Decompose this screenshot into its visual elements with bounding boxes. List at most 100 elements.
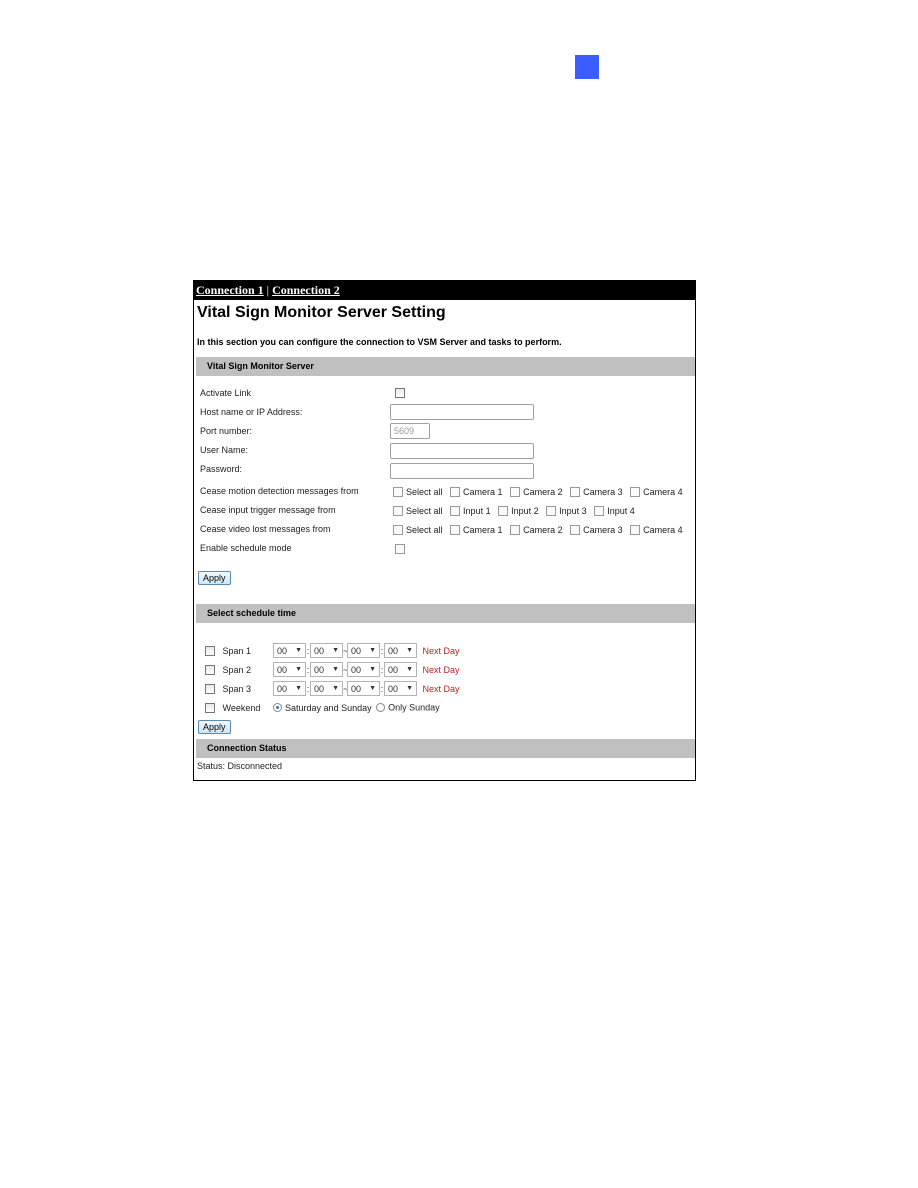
motion-option[interactable]: Select all [393,483,443,501]
input-option[interactable]: Input 2 [498,502,539,520]
motion-select-all-checkbox[interactable] [393,487,403,498]
videolost-option[interactable]: Camera 4 [630,521,683,539]
username-label: User Name: [200,445,249,455]
videolost-camera-4-checkbox[interactable] [630,525,641,536]
row-schedule-mode: Enable schedule mode [200,539,292,557]
span-2-checkbox[interactable] [205,664,215,675]
videolost-option[interactable]: Camera 1 [450,521,503,539]
tab-connection-2[interactable]: Connection 2 [272,283,340,297]
activate-link-checkbox[interactable] [395,388,405,398]
span-3-checkbox[interactable] [205,683,215,694]
videolost-camera-3-checkbox[interactable] [570,525,581,536]
span-2-end-hour-select[interactable]: 00 ▼ [347,662,381,678]
row-username: User Name: [200,441,248,459]
tab-connection-1[interactable]: Connection 1 [196,283,264,297]
weekend-row: Weekend Saturday and Sunday Only Sunday [205,698,440,716]
span-row: Span 2 00 ▼:00 ▼ ~00 ▼:00 ▼ Next Day [205,660,460,678]
section-heading-server: Vital Sign Monitor Server [196,357,695,376]
motion-option[interactable]: Camera 3 [570,483,623,501]
motion-options: Select all Camera 1 Camera 2 Camera 3 Ca… [393,482,688,500]
weekend-checkbox[interactable] [205,702,215,713]
input-option[interactable]: Select all [393,502,443,520]
videolost-option[interactable]: Select all [393,521,443,539]
input-2-checkbox[interactable] [498,506,509,517]
saturday-and-sunday-radio[interactable] [273,703,283,713]
motion-camera-4-checkbox[interactable] [630,487,641,498]
videolost-camera-1-checkbox[interactable] [450,525,461,536]
motion-option[interactable]: Camera 4 [630,483,683,501]
input-option[interactable]: Input 1 [450,502,491,520]
host-input[interactable] [390,404,534,420]
port-input[interactable] [390,423,430,439]
span-1-start-minute-select[interactable]: 00 ▼ [310,643,344,659]
video-lost-options: Select all Camera 1 Camera 2 Camera 3 Ca… [393,520,688,538]
input-1-checkbox[interactable] [450,506,461,517]
password-label: Password: [200,464,243,474]
input-trigger-label: Cease input trigger message from [200,505,336,515]
video-lost-label: Cease video lost messages from [200,524,331,534]
span-3-end-minute-select[interactable]: 00 ▼ [384,681,418,697]
only-sunday-label: Only Sunday [388,702,440,713]
motion-camera-2-checkbox[interactable] [510,487,521,498]
span-2-start-minute-select[interactable]: 00 ▼ [310,662,344,678]
apply-server-button[interactable]: Apply [198,571,231,585]
span-3-start-hour-select[interactable]: 00 ▼ [273,681,307,697]
schedule-mode-label: Enable schedule mode [200,543,292,553]
motion-camera-3-checkbox[interactable] [570,487,581,498]
input-option[interactable]: Input 3 [546,502,587,520]
input-select-all-checkbox[interactable] [393,506,403,517]
span-2-start-hour-select[interactable]: 00 ▼ [273,662,307,678]
vsm-settings-panel: Connection 1 | Connection 2 Vital Sign Mon… [193,280,696,781]
span-label: Span 3 [222,683,252,694]
span-row: Span 1 00 ▼:00 ▼ ~00 ▼:00 ▼ Next Day [205,641,460,659]
input-4-checkbox[interactable] [594,506,605,517]
span-row: Span 3 00 ▼:00 ▼ ~00 ▼:00 ▼ Next Day [205,679,460,697]
motion-option[interactable]: Camera 1 [450,483,503,501]
server-form: Activate Link Host name or IP Address: P… [194,376,695,604]
input-option[interactable]: Input 4 [594,502,635,520]
activate-link-label: Activate Link [200,388,252,398]
input-trigger-options: Select all Input 1 Input 2 Input 3 Input… [393,501,640,519]
connection-tabs: Connection 1 | Connection 2 [194,281,695,300]
span-3-end-hour-select[interactable]: 00 ▼ [347,681,381,697]
input-3-checkbox[interactable] [546,506,557,517]
intro-text: In this section you can configure the co… [197,337,562,347]
videolost-select-all-checkbox[interactable] [393,525,403,536]
span-label: Span 2 [222,664,252,675]
saturday-and-sunday-label: Saturday and Sunday [285,702,372,713]
row-video-lost: Cease video lost messages from [200,520,331,538]
section-heading-status: Connection Status [196,739,695,758]
section-heading-schedule: Select schedule time [196,604,695,623]
page-title: Vital Sign Monitor Server Setting [197,304,446,321]
apply-schedule-button[interactable]: Apply [198,720,231,734]
password-input[interactable] [390,463,534,479]
next-day-label: Next Day [422,664,460,675]
only-sunday-radio[interactable] [376,703,386,713]
row-input-trigger: Cease input trigger message from [200,501,336,519]
connection-status-text: Status: Disconnected [197,761,283,771]
span-label: Span 1 [222,645,252,656]
motion-option[interactable]: Camera 2 [510,483,563,501]
span-2-end-minute-select[interactable]: 00 ▼ [384,662,418,678]
page-marker [575,55,599,79]
row-port: Port number: [200,422,252,440]
span-1-end-minute-select[interactable]: 00 ▼ [384,643,418,659]
motion-label: Cease motion detection messages from [200,486,359,496]
port-label: Port number: [200,426,253,436]
next-day-label: Next Day [422,645,460,656]
span-1-end-hour-select[interactable]: 00 ▼ [347,643,381,659]
span-1-checkbox[interactable] [205,645,215,656]
videolost-camera-2-checkbox[interactable] [510,525,521,536]
videolost-option[interactable]: Camera 3 [570,521,623,539]
span-1-start-hour-select[interactable]: 00 ▼ [273,643,307,659]
schedule-form: Span 1 00 ▼:00 ▼ ~00 ▼:00 ▼ Next Day Span 2 0… [194,623,695,739]
row-motion: Cease motion detection messages from [200,482,359,500]
row-host: Host name or IP Address: [200,403,302,421]
videolost-option[interactable]: Camera 2 [510,521,563,539]
row-password: Password: [200,460,242,478]
next-day-label: Next Day [422,683,460,694]
username-input[interactable] [390,443,534,459]
schedule-mode-checkbox[interactable] [395,544,405,554]
motion-camera-1-checkbox[interactable] [450,487,461,498]
span-3-start-minute-select[interactable]: 00 ▼ [310,681,344,697]
